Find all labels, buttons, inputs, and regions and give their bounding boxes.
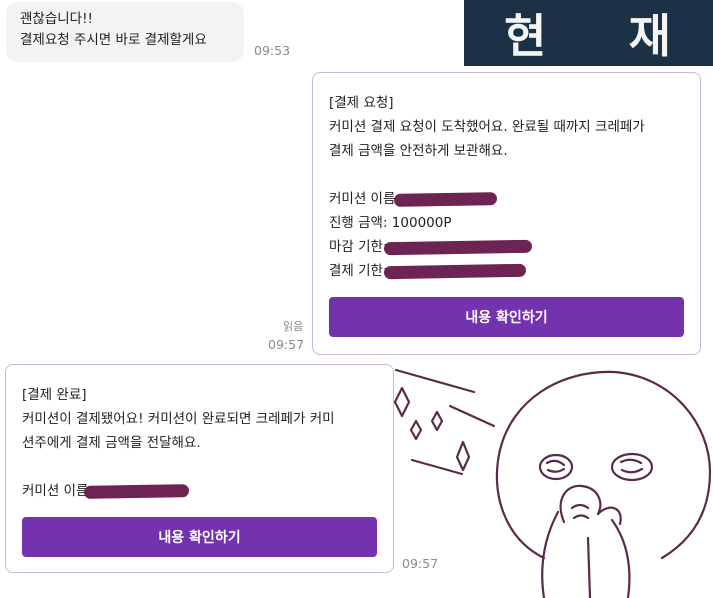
payment-request-card: [결제 요청] 커미션 결제 요청이 도착했어요. 완료될 때까지 크레페가 결… <box>312 72 701 355</box>
message-timestamp: 09:53 <box>254 43 291 58</box>
surprised-character-doodle <box>393 368 712 598</box>
deadline-label: 마감 기한: <box>329 239 388 255</box>
hands-outline <box>559 484 622 526</box>
eye-right <box>610 452 654 482</box>
redaction-mark <box>383 239 532 255</box>
card-body-line: 결제 금액을 안전하게 보관해요. <box>329 143 508 159</box>
card-title: [결제 완료] <box>22 387 87 403</box>
commission-name-row: 커미션 이름: <box>329 187 684 211</box>
eye-left <box>538 453 574 481</box>
sparkle-icon <box>409 419 423 441</box>
message-line: 괜찮습니다!! <box>20 11 93 27</box>
banner-char: 재 <box>628 9 673 63</box>
view-details-button[interactable]: 내용 확인하기 <box>22 517 377 557</box>
view-details-button[interactable]: 내용 확인하기 <box>329 297 684 337</box>
commission-name-label: 커미션 이름 <box>22 483 89 499</box>
redaction-mark <box>383 263 526 279</box>
handwritten-banner: 현 재 <box>464 0 713 66</box>
body-outline <box>541 510 631 598</box>
message-timestamp: 09:57 <box>268 337 305 352</box>
message-line: 결제요청 주시면 바로 결제할게요 <box>20 32 207 48</box>
amount-row: 진행 금액: 100000P <box>329 215 452 231</box>
speed-line <box>394 368 476 394</box>
speed-line <box>448 404 496 428</box>
payment-complete-card: [결제 완료] 커미션이 결제됐어요! 커미션이 완료되면 크레페가 커미 션주… <box>5 364 394 573</box>
head-outline <box>495 370 712 560</box>
card-body-line: 커미션 결제 요청이 도착했어요. 완료될 때까지 크레페가 <box>329 119 645 135</box>
card-title: [결제 요청] <box>329 95 394 111</box>
deadline-row: 마감 기한: <box>329 235 684 259</box>
incoming-message-bubble: 괜찮습니다!! 결제요청 주시면 바로 결제할게요 <box>6 2 244 62</box>
commission-name-row: 커미션 이름 <box>22 479 377 503</box>
sparkle-icon <box>430 410 444 432</box>
read-receipt: 읽음 <box>283 320 304 333</box>
redaction-mark <box>393 191 498 207</box>
card-body-line: 커미션이 결제됐어요! 커미션이 완료되면 크레페가 커미 <box>22 411 335 427</box>
redaction-mark <box>84 483 190 499</box>
card-body-line: 션주에게 결제 금액을 전달해요. <box>22 435 201 451</box>
banner-char: 현 <box>504 9 549 63</box>
sparkle-icon <box>455 440 471 472</box>
sparkle-icon <box>393 386 411 418</box>
commission-name-label: 커미션 이름: <box>329 191 400 207</box>
payment-deadline-label: 결제 기한: <box>329 263 388 279</box>
payment-deadline-row: 결제 기한: <box>329 259 684 283</box>
speed-line <box>410 458 464 476</box>
